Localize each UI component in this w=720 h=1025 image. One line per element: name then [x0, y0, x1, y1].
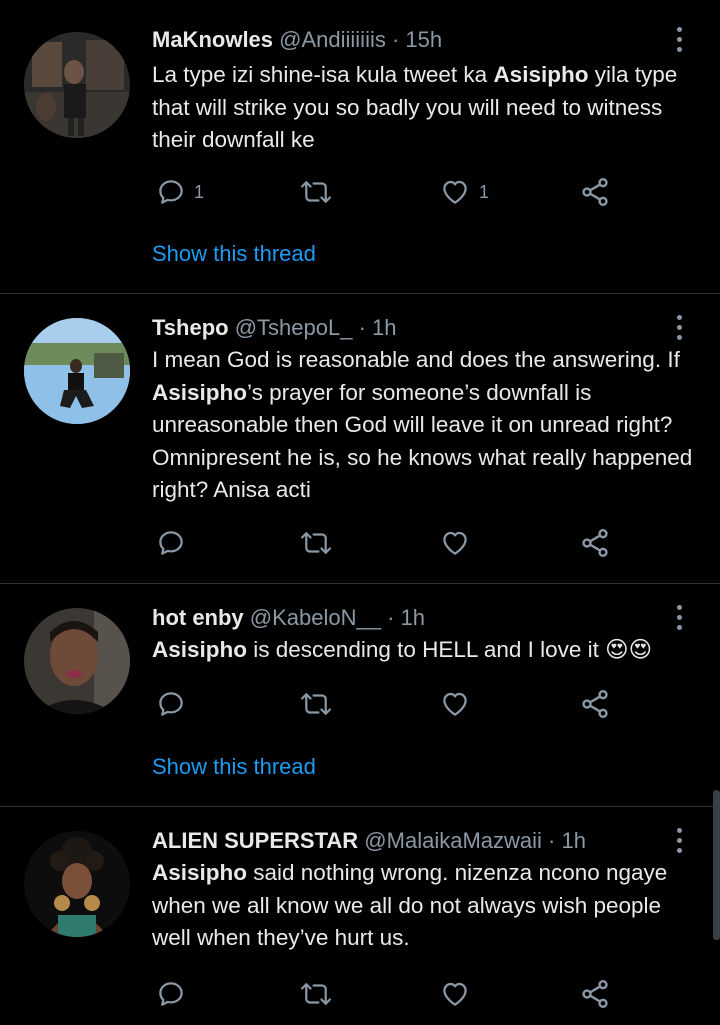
tweet-text-mention: Asisipho [152, 637, 248, 662]
avatar[interactable] [24, 318, 130, 424]
heart-eyes-emoji: 😍😍 [605, 637, 653, 662]
display-name[interactable]: ALIEN SUPERSTAR [152, 828, 358, 853]
separator: · [385, 27, 406, 52]
tweet-actions [152, 684, 622, 724]
tweet-text: La type izi shine-isa kula tweet ka Asis… [152, 59, 702, 157]
separator: · [541, 828, 562, 853]
tweet-actions [152, 523, 622, 563]
show-thread-link[interactable]: Show this thread [152, 754, 316, 780]
retweet-button[interactable] [299, 523, 341, 563]
more-icon[interactable] [668, 604, 692, 632]
tweet-actions [152, 974, 622, 1014]
retweet-button[interactable] [299, 172, 341, 212]
reply-button[interactable]: 1 [156, 172, 204, 212]
tweet-text: Asisipho is descending to HELL and I lov… [152, 634, 702, 667]
display-name[interactable]: hot enby [152, 605, 244, 630]
tweet-text-part: La type izi shine-isa kula tweet ka [152, 62, 494, 87]
retweet-icon [299, 177, 333, 207]
share-icon [579, 176, 611, 208]
reply-icon [156, 177, 186, 207]
share-button[interactable] [579, 523, 611, 563]
scrollbar[interactable] [713, 790, 720, 940]
display-name[interactable]: MaKnowles [152, 27, 273, 52]
display-name[interactable]: Tshepo [152, 315, 229, 340]
tweet-header: ALIEN SUPERSTAR @MalaikaMazwaii · 1h [152, 827, 586, 855]
tweet[interactable]: MaKnowles @Andiiiiiiis · 15h La type izi… [0, 6, 720, 294]
like-icon [439, 979, 471, 1009]
timestamp[interactable]: 15h [405, 27, 442, 52]
retweet-icon [299, 979, 333, 1009]
tweet-header: MaKnowles @Andiiiiiiis · 15h [152, 26, 442, 54]
timestamp[interactable]: 1h [372, 315, 396, 340]
share-icon [579, 688, 611, 720]
reply-icon [156, 689, 186, 719]
tweet-actions: 1 1 [152, 172, 622, 212]
tweet-text-mention: Asisipho [152, 379, 248, 405]
user-handle[interactable]: @MalaikaMazwaii [364, 828, 542, 853]
share-icon [579, 978, 611, 1010]
like-button[interactable]: 1 [439, 172, 489, 212]
share-button[interactable] [579, 684, 611, 724]
tweet-text-part: I mean God is reasonable and does the an… [152, 347, 680, 372]
tweet-text-mention: Asisipho [152, 860, 248, 885]
like-icon [439, 689, 471, 719]
show-thread-link[interactable]: Show this thread [152, 241, 316, 267]
like-icon [439, 528, 471, 558]
retweet-button[interactable] [299, 684, 341, 724]
user-handle[interactable]: @Andiiiiiiis [279, 27, 386, 52]
avatar[interactable] [24, 32, 130, 138]
retweet-icon [299, 689, 333, 719]
tweet[interactable]: hot enby @KabeloN__ · 1h Asisipho is des… [0, 584, 720, 807]
reply-count: 1 [194, 181, 205, 202]
retweet-button[interactable] [299, 974, 341, 1014]
reply-icon [156, 979, 186, 1009]
tweet-text: I mean God is reasonable and does the an… [152, 344, 702, 507]
separator: · [352, 315, 373, 340]
reply-button[interactable] [156, 974, 194, 1014]
tweet-text: Asisipho said nothing wrong. nizenza nco… [152, 857, 702, 955]
reply-button[interactable] [156, 523, 194, 563]
like-button[interactable] [439, 684, 479, 724]
tweet-header: Tshepo @TshepoL_ · 1h [152, 314, 397, 342]
like-count: 1 [479, 181, 490, 202]
separator: · [381, 605, 401, 630]
share-button[interactable] [579, 974, 611, 1014]
more-icon[interactable] [668, 827, 692, 855]
share-button[interactable] [579, 172, 611, 212]
like-button[interactable] [439, 523, 479, 563]
user-handle[interactable]: @KabeloN__ [250, 605, 381, 630]
tweet-text-part: is descending to HELL and I love it [247, 637, 606, 662]
retweet-icon [299, 528, 333, 558]
more-icon[interactable] [668, 314, 692, 342]
share-icon [579, 527, 611, 559]
tweet-text-mention: Asisipho [493, 62, 589, 87]
timestamp[interactable]: 1h [561, 828, 585, 853]
reply-icon [156, 528, 186, 558]
tweet-header: hot enby @KabeloN__ · 1h [152, 604, 425, 632]
avatar[interactable] [24, 608, 130, 714]
avatar[interactable] [24, 831, 130, 937]
user-handle[interactable]: @TshepoL_ [235, 315, 353, 340]
more-icon[interactable] [668, 26, 692, 54]
reply-button[interactable] [156, 684, 194, 724]
timestamp[interactable]: 1h [401, 605, 425, 630]
tweet[interactable]: Tshepo @TshepoL_ · 1h I mean God is reas… [0, 294, 720, 584]
like-button[interactable] [439, 974, 479, 1014]
tweet[interactable]: ALIEN SUPERSTAR @MalaikaMazwaii · 1h Asi… [0, 807, 720, 1025]
like-icon [439, 177, 471, 207]
